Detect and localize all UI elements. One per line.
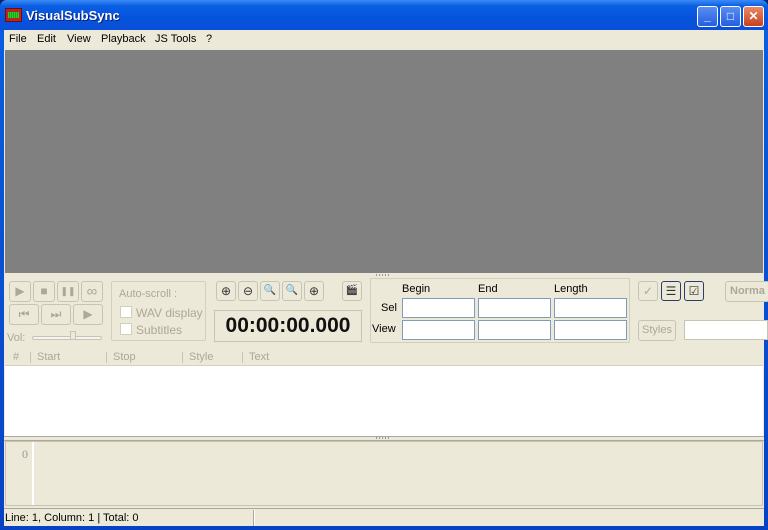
zoom-out-icon: ⊖ bbox=[242, 284, 254, 298]
sel-begin-field[interactable] bbox=[402, 298, 475, 318]
video-waveform-area[interactable] bbox=[5, 50, 763, 273]
loop-icon: ∞ bbox=[86, 283, 98, 300]
subtitles-label: Subtitles bbox=[136, 323, 183, 337]
menu-edit[interactable]: Edit bbox=[37, 33, 56, 45]
line-number-gutter: 0 bbox=[6, 442, 34, 505]
zoom-all-icon: 🔍 bbox=[285, 285, 299, 296]
skip-forward-icon: ⏭ bbox=[50, 307, 62, 321]
app-waveform-icon bbox=[5, 8, 22, 22]
menu-js-tools[interactable]: JS Tools bbox=[155, 33, 196, 45]
style-select[interactable] bbox=[684, 320, 768, 340]
checklist-icon: ☑ bbox=[688, 284, 700, 298]
column-separator bbox=[106, 352, 107, 363]
zoom-out-button[interactable]: ⊖ bbox=[238, 281, 258, 301]
subtitles-checkbox[interactable] bbox=[120, 323, 132, 335]
status-bar: Line: 1, Column: 1 | Total: 0 bbox=[4, 508, 764, 526]
sel-end-field[interactable] bbox=[478, 298, 551, 318]
document-button[interactable]: ☰ bbox=[661, 281, 681, 301]
volume-slider-thumb[interactable] bbox=[70, 331, 77, 340]
length-header: Length bbox=[554, 283, 588, 295]
end-header: End bbox=[478, 283, 498, 295]
menu-playback[interactable]: Playback bbox=[101, 33, 146, 45]
subtitle-list-header: # Start Stop Style Text bbox=[5, 349, 763, 366]
column-style[interactable]: Style bbox=[189, 351, 213, 363]
sel-length-field[interactable] bbox=[554, 298, 627, 318]
close-button[interactable]: ✕ bbox=[743, 6, 764, 27]
control-panel: ▶ ■ ❚❚ ∞ ⏮ ⏭ ▶ Vol: Auto-scroll : WAV di… bbox=[4, 275, 768, 347]
checklist-button[interactable]: ☑ bbox=[684, 281, 704, 301]
pause-icon: ❚❚ bbox=[60, 286, 76, 296]
play-icon: ▶ bbox=[15, 284, 25, 298]
column-separator bbox=[182, 352, 183, 363]
app-window: VisualSubSync _ □ ✕ File Edit View Playb… bbox=[0, 0, 768, 530]
volume-label: Vol: bbox=[7, 332, 26, 344]
skip-back-icon: ⏮ bbox=[18, 307, 30, 321]
view-begin-field[interactable] bbox=[402, 320, 475, 340]
volume-slider-track[interactable] bbox=[32, 336, 102, 340]
column-separator bbox=[30, 352, 31, 363]
client-area: File Edit View Playback JS Tools ? ▶ ■ ❚… bbox=[4, 30, 768, 526]
title-bar[interactable]: VisualSubSync _ □ ✕ bbox=[0, 0, 768, 30]
editor-text-area[interactable] bbox=[38, 445, 758, 501]
splitter-grip[interactable] bbox=[376, 437, 390, 439]
sel-label: Sel bbox=[381, 302, 397, 314]
document-icon: ☰ bbox=[665, 284, 677, 298]
next-button[interactable]: ⏭ bbox=[41, 304, 71, 325]
stop-button[interactable]: ■ bbox=[33, 281, 55, 302]
menu-bar: File Edit View Playback JS Tools ? bbox=[4, 30, 764, 49]
loop-button[interactable]: ∞ bbox=[81, 281, 103, 302]
status-text: Line: 1, Column: 1 | Total: 0 bbox=[5, 512, 139, 524]
column-number[interactable]: # bbox=[13, 351, 19, 363]
menu-view[interactable]: View bbox=[67, 33, 91, 45]
zoom-all-button[interactable]: 🔍 bbox=[282, 281, 302, 301]
zoom-selection-icon: 🔍 bbox=[263, 285, 277, 296]
range-group: Begin End Length Sel View bbox=[370, 278, 630, 343]
minimize-button[interactable]: _ bbox=[697, 6, 718, 27]
column-start[interactable]: Start bbox=[37, 351, 60, 363]
maximize-button[interactable]: □ bbox=[720, 6, 741, 27]
mode-button[interactable]: Norma bbox=[725, 281, 768, 302]
checkmark-icon: ✓ bbox=[642, 284, 654, 298]
subtitle-list[interactable] bbox=[5, 366, 763, 436]
begin-header: Begin bbox=[402, 283, 431, 295]
clapperboard-icon: 🎬 bbox=[345, 285, 359, 296]
zoom-selection-button[interactable]: 🔍 bbox=[260, 281, 280, 301]
wav-display-label: WAV display bbox=[136, 306, 203, 320]
window-title: VisualSubSync bbox=[26, 8, 120, 23]
view-length-field[interactable] bbox=[554, 320, 627, 340]
column-separator bbox=[242, 352, 243, 363]
column-stop[interactable]: Stop bbox=[113, 351, 136, 363]
wav-display-checkbox[interactable] bbox=[120, 306, 132, 318]
pause-button[interactable]: ❚❚ bbox=[57, 281, 79, 302]
line-number: 0 bbox=[22, 447, 28, 461]
subtitle-editor[interactable]: 0 bbox=[5, 441, 763, 506]
status-separator bbox=[253, 510, 255, 526]
zoom-in-icon: ⊕ bbox=[220, 284, 232, 298]
zoom-vertical-button[interactable]: ⊕ bbox=[304, 281, 324, 301]
previous-button[interactable]: ⏮ bbox=[9, 304, 39, 325]
check-button[interactable]: ✓ bbox=[638, 281, 658, 301]
zoom-vertical-icon: ⊕ bbox=[308, 284, 320, 298]
scene-change-button[interactable]: 🎬 bbox=[342, 281, 362, 301]
view-end-field[interactable] bbox=[478, 320, 551, 340]
play-to-end-icon: ▶ bbox=[83, 307, 93, 321]
autoscroll-title: Auto-scroll : bbox=[119, 288, 178, 300]
stop-icon: ■ bbox=[40, 284, 48, 298]
play-button[interactable]: ▶ bbox=[9, 281, 31, 302]
styles-button[interactable]: Styles bbox=[638, 320, 676, 341]
menu-help[interactable]: ? bbox=[206, 33, 212, 45]
zoom-in-button[interactable]: ⊕ bbox=[216, 281, 236, 301]
play-to-end-button[interactable]: ▶ bbox=[73, 304, 103, 325]
menu-file[interactable]: File bbox=[9, 33, 27, 45]
column-text[interactable]: Text bbox=[249, 351, 269, 363]
time-display: 00:00:00.000 bbox=[214, 310, 362, 342]
autoscroll-group: Auto-scroll : WAV display Subtitles bbox=[111, 281, 206, 341]
view-label: View bbox=[372, 323, 396, 335]
